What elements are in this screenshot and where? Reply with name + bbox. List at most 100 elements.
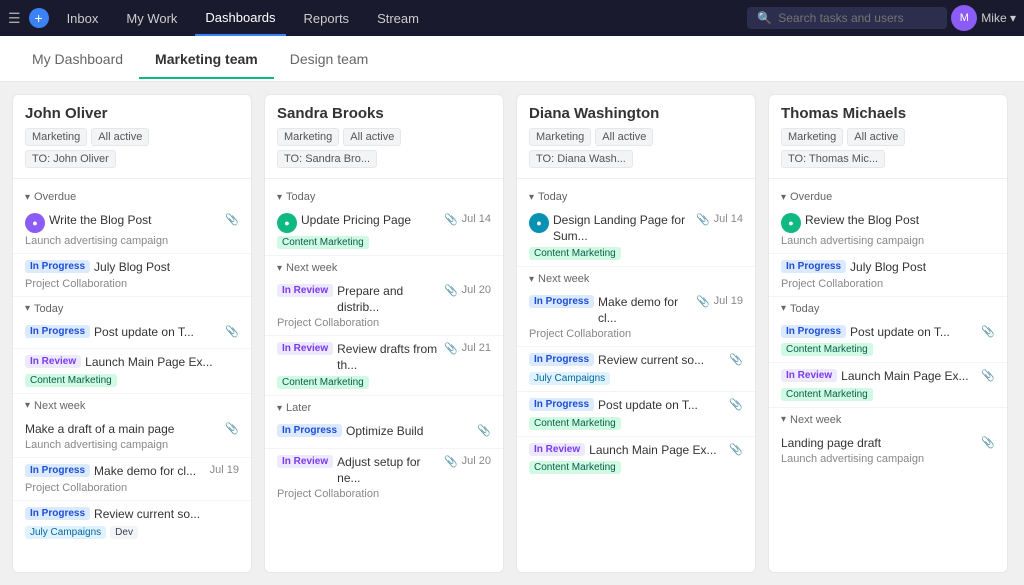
- status-badge: In Review: [277, 284, 333, 297]
- tab-my-dashboard[interactable]: My Dashboard: [16, 39, 139, 79]
- filter-tag[interactable]: All active: [847, 128, 905, 146]
- task-title: Post update on T...: [94, 325, 221, 341]
- task-title-row: ●Update Pricing Page📎Jul 14: [277, 213, 491, 233]
- status-badge: In Review: [25, 355, 81, 368]
- search-input[interactable]: [778, 11, 937, 25]
- task-item[interactable]: In ProgressReview current so...📎July Cam…: [517, 347, 755, 392]
- col-header: John Oliver MarketingAll active TO: John O…: [13, 95, 251, 179]
- search-bar[interactable]: 🔍: [747, 7, 947, 29]
- task-tags: Content Marketing: [781, 343, 995, 356]
- task-title: Optimize Build: [346, 424, 473, 440]
- task-title-row: ●Write the Blog Post📎: [25, 213, 239, 233]
- task-title: Review current so...: [598, 353, 725, 369]
- section-header: Overdue: [769, 185, 1007, 207]
- nav-mywork[interactable]: My Work: [116, 0, 187, 36]
- task-item[interactable]: In ReviewAdjust setup for ne...📎Jul 20 Pr…: [265, 449, 503, 506]
- task-subtitle: Project Collaboration: [277, 488, 491, 500]
- task-item[interactable]: In ProgressPost update on T...📎Content M…: [517, 392, 755, 437]
- task-item[interactable]: In ProgressPost update on T...📎Content M…: [769, 319, 1007, 364]
- nav-inbox[interactable]: Inbox: [57, 0, 109, 36]
- status-badge: In Progress: [25, 325, 90, 338]
- task-title: Prepare and distrib...: [337, 284, 440, 315]
- task-item[interactable]: In ReviewLaunch Main Page Ex...📎Content …: [517, 437, 755, 481]
- filter-tag[interactable]: Marketing: [781, 128, 843, 146]
- attachment-icon: 📎: [225, 422, 239, 435]
- filter-tag[interactable]: All active: [91, 128, 149, 146]
- task-title-row: ●Review the Blog Post: [781, 213, 995, 233]
- task-tag: Content Marketing: [277, 376, 369, 389]
- status-badge: In Review: [277, 455, 333, 468]
- nav-dashboards[interactable]: Dashboards: [195, 0, 285, 36]
- section-header: Next week: [265, 256, 503, 278]
- tab-design-team[interactable]: Design team: [274, 39, 385, 79]
- task-item[interactable]: ●Review the Blog PostLaunch advertising …: [769, 207, 1007, 254]
- attachment-icon: 📎: [729, 353, 743, 366]
- task-item[interactable]: In ProgressJuly Blog PostProject Collabo…: [769, 254, 1007, 297]
- dashboard-col: John Oliver MarketingAll active TO: John O…: [12, 94, 252, 573]
- task-item[interactable]: In ReviewPrepare and distrib...📎Jul 20Pr…: [265, 278, 503, 336]
- task-item[interactable]: In ProgressJuly Blog PostProject Collabo…: [13, 254, 251, 297]
- status-badge: In Review: [529, 443, 585, 456]
- task-subtitle: Launch advertising campaign: [781, 453, 995, 465]
- task-item[interactable]: ●Write the Blog Post📎Launch advertising …: [13, 207, 251, 254]
- task-item[interactable]: In ReviewLaunch Main Page Ex...Content M…: [13, 349, 251, 394]
- task-title-row: Landing page draft📎: [781, 436, 995, 452]
- task-item[interactable]: Landing page draft📎Launch advertising ca…: [769, 430, 1007, 472]
- attachment-icon: 📎: [981, 436, 995, 449]
- task-tag: Content Marketing: [529, 417, 621, 430]
- attachment-icon: 📎: [696, 213, 710, 226]
- task-tag: July Campaigns: [529, 372, 610, 385]
- filter-tag[interactable]: TO: John Oliver: [25, 150, 116, 168]
- hamburger-icon[interactable]: ☰: [8, 10, 21, 27]
- filter-tag[interactable]: TO: Diana Wash...: [529, 150, 633, 168]
- task-tag: July Campaigns: [25, 526, 106, 539]
- task-item[interactable]: In ReviewLaunch Main Page Ex...📎Content …: [769, 363, 1007, 408]
- task-subtitle: Project Collaboration: [25, 482, 239, 494]
- task-item[interactable]: ●Update Pricing Page📎Jul 14 Content Marke…: [265, 207, 503, 256]
- task-tag: Content Marketing: [781, 343, 873, 356]
- attachment-icon: 📎: [444, 213, 458, 226]
- task-item[interactable]: ●Design Landing Page for Sum...📎Jul 14Co…: [517, 207, 755, 267]
- task-subtitle: Project Collaboration: [25, 278, 239, 290]
- task-item[interactable]: In ProgressMake demo for cl...Jul 19Proj…: [13, 458, 251, 501]
- task-item[interactable]: In ProgressPost update on T...📎: [13, 319, 251, 350]
- add-button[interactable]: +: [29, 8, 49, 28]
- task-subtitle: Project Collaboration: [781, 278, 995, 290]
- nav-stream[interactable]: Stream: [367, 0, 429, 36]
- filter-tag[interactable]: Marketing: [529, 128, 591, 146]
- dashboard-col: Thomas Michaels MarketingAll active TO: Th…: [768, 94, 1008, 573]
- filter-tag[interactable]: Marketing: [25, 128, 87, 146]
- task-title-row: In ProgressPost update on T...📎: [25, 325, 239, 341]
- status-badge: In Progress: [25, 464, 90, 477]
- task-title: July Blog Post: [850, 260, 995, 276]
- section-header: Overdue: [13, 185, 251, 207]
- attachment-icon: 📎: [696, 295, 710, 308]
- col-filters: MarketingAll active TO: John Oliver: [25, 128, 239, 168]
- task-item[interactable]: Make a draft of a main page📎Launch adver…: [13, 416, 251, 459]
- status-badge: In Progress: [529, 295, 594, 308]
- col-title: Thomas Michaels: [781, 105, 995, 122]
- task-item[interactable]: In ProgressReview current so...July Camp…: [13, 501, 251, 545]
- attachment-icon: 📎: [729, 398, 743, 411]
- task-tag: Content Marketing: [277, 236, 369, 249]
- tab-marketing-team[interactable]: Marketing team: [139, 39, 274, 79]
- filter-tag[interactable]: TO: Sandra Bro...: [277, 150, 377, 168]
- filter-tag[interactable]: All active: [343, 128, 401, 146]
- task-date: Jul 19: [210, 464, 239, 476]
- filter-tag[interactable]: TO: Thomas Mic...: [781, 150, 885, 168]
- task-avatar: ●: [277, 213, 297, 233]
- task-title-row: In ReviewAdjust setup for ne...📎Jul 20: [277, 455, 491, 486]
- user-label[interactable]: Mike ▾: [981, 11, 1016, 25]
- col-header: Thomas Michaels MarketingAll active TO: Th…: [769, 95, 1007, 179]
- nav-reports[interactable]: Reports: [294, 0, 360, 36]
- task-item[interactable]: In ProgressOptimize Build📎: [265, 418, 503, 449]
- filter-tag[interactable]: Marketing: [277, 128, 339, 146]
- section-header: Today: [13, 297, 251, 319]
- task-title-row: In ReviewLaunch Main Page Ex...📎: [781, 369, 995, 385]
- task-tag-2: Dev: [110, 526, 138, 539]
- col-title: John Oliver: [25, 105, 239, 122]
- filter-tag[interactable]: All active: [595, 128, 653, 146]
- task-item[interactable]: In ProgressMake demo for cl...📎Jul 19Pro…: [517, 289, 755, 347]
- task-title-row: Make a draft of a main page📎: [25, 422, 239, 438]
- task-item[interactable]: In ReviewReview drafts from th...📎Jul 21…: [265, 336, 503, 396]
